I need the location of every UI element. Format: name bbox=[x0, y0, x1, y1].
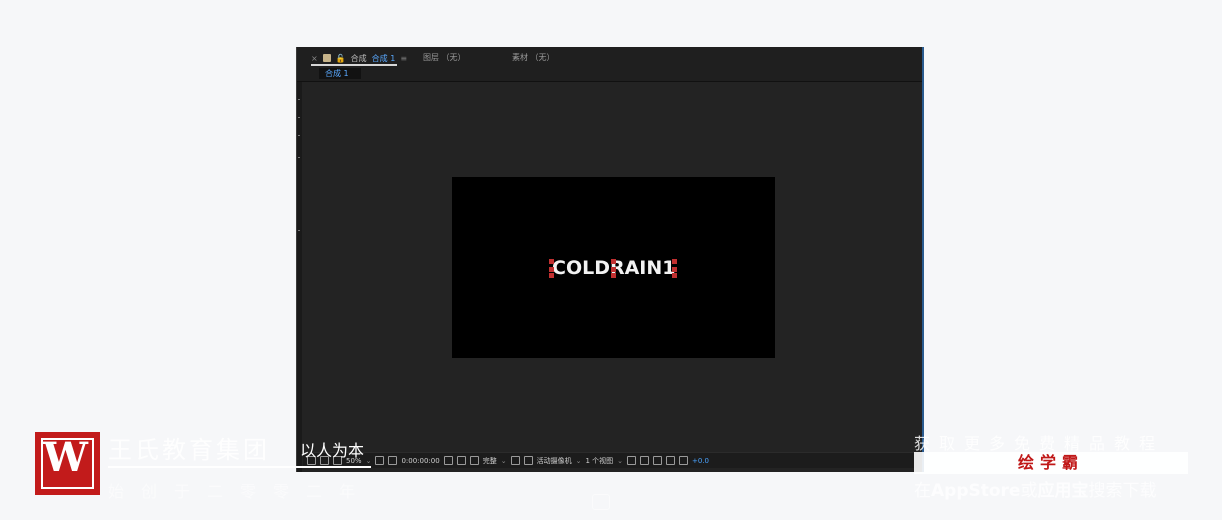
composition-viewer[interactable]: COLDRAIN1 bbox=[452, 177, 775, 358]
app-name-badge: 绘学霸 bbox=[914, 452, 1188, 474]
brand-divider bbox=[108, 466, 371, 468]
chevron-down-icon[interactable]: ⌄ bbox=[576, 457, 582, 465]
tab-comp-name[interactable]: 合成 1 bbox=[372, 53, 396, 64]
timeline-icon[interactable] bbox=[653, 456, 663, 465]
snapshot-icon[interactable] bbox=[456, 456, 466, 465]
pixel-aspect-icon[interactable] bbox=[627, 456, 637, 465]
tab-prefix: 合成 bbox=[350, 53, 367, 63]
color-label-icon bbox=[322, 54, 331, 62]
anchor-handle[interactable] bbox=[672, 267, 677, 272]
roi-icon[interactable] bbox=[510, 456, 520, 465]
anchor-handle[interactable] bbox=[672, 273, 677, 278]
views-select[interactable]: 1 个视图 bbox=[585, 456, 613, 466]
camera-icon[interactable] bbox=[443, 456, 453, 465]
transparency-grid-icon[interactable] bbox=[523, 456, 533, 465]
timecode[interactable]: 0:00:00:00 bbox=[401, 457, 439, 465]
chevron-down-icon[interactable]: ⌄ bbox=[501, 457, 507, 465]
camera-select[interactable]: 活动摄像机 bbox=[537, 456, 572, 466]
anchor-handle[interactable] bbox=[611, 273, 616, 278]
close-icon[interactable]: × bbox=[311, 54, 318, 63]
brand-logo: W bbox=[35, 432, 100, 495]
anchor-handle[interactable] bbox=[672, 259, 677, 264]
left-strip bbox=[297, 47, 302, 472]
breadcrumb[interactable]: 合成 1 bbox=[319, 68, 361, 79]
active-tab-indicator bbox=[311, 64, 397, 66]
panel-header: × 🔓 合成 合成 1 ≡ 图层 （无） 素材 （无） 合成 1 bbox=[297, 47, 922, 82]
logo-w-mark: W bbox=[43, 434, 88, 481]
color-channel-icon[interactable] bbox=[469, 456, 479, 465]
brand-slogan: 以人为本 bbox=[300, 441, 365, 460]
panel-menu-icon[interactable]: ≡ bbox=[400, 54, 407, 63]
composition-tab[interactable]: × 🔓 合成 合成 1 ≡ bbox=[311, 52, 407, 64]
anchor-handle[interactable] bbox=[549, 267, 554, 272]
chevron-down-icon[interactable]: ⌄ bbox=[617, 457, 623, 465]
brand-name: 王氏教育集团 bbox=[108, 436, 270, 464]
download-hint: 在AppStore或应用宝搜索下载 bbox=[914, 481, 1157, 501]
lock-icon[interactable]: 🔓 bbox=[336, 54, 346, 63]
tab-footage[interactable]: 素材 （无） bbox=[512, 52, 555, 63]
exposure-value[interactable]: +0.0 bbox=[692, 457, 709, 465]
anchor-handle[interactable] bbox=[611, 259, 616, 264]
transparency-icon[interactable] bbox=[375, 456, 385, 465]
mask-icon[interactable] bbox=[388, 456, 398, 465]
anchor-handle[interactable] bbox=[549, 273, 554, 278]
chevron-down-icon[interactable]: ⌄ bbox=[366, 457, 372, 465]
bottom-watermark-icon bbox=[592, 494, 610, 510]
resolution-select[interactable]: 完整 bbox=[483, 456, 497, 466]
anchor-handle[interactable] bbox=[549, 259, 554, 264]
anchor-handle[interactable] bbox=[611, 267, 616, 272]
brand-founded: 始创于二零零二年 bbox=[108, 482, 373, 501]
reset-exposure-icon[interactable] bbox=[679, 456, 689, 465]
fast-preview-icon[interactable] bbox=[640, 456, 650, 465]
flowchart-icon[interactable] bbox=[666, 456, 676, 465]
promo-text: 获取更多免费精品教程 bbox=[914, 434, 1165, 453]
composition-panel: × 🔓 合成 合成 1 ≡ 图层 （无） 素材 （无） 合成 1 COLDRAI… bbox=[296, 47, 924, 472]
tab-layer[interactable]: 图层 （无） bbox=[423, 52, 466, 63]
viewer-toolbar: 50% ⌄ 0:00:00:00 完整 ⌄ 活动摄像机 ⌄ 1 个视图 ⌄ +0… bbox=[303, 452, 917, 468]
